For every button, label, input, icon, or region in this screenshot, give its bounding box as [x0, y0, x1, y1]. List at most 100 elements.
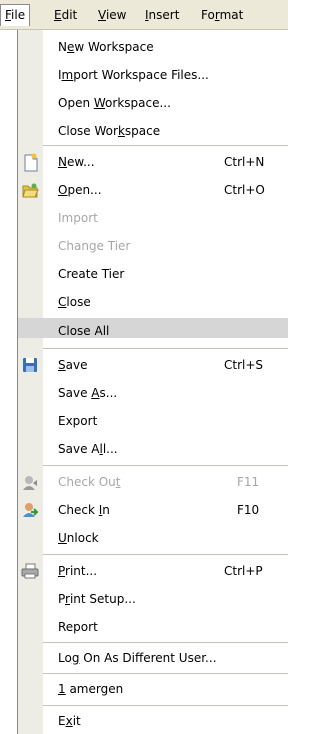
label-accel: m [61, 68, 74, 82]
label-suffix: s... [99, 386, 118, 400]
menu-item-label: Check Out [58, 472, 121, 493]
menu-separator [43, 554, 288, 555]
menu-edit-suffix: dit [61, 8, 78, 22]
label-suffix: l... [102, 442, 118, 456]
menu-item-check-out: Check Out F11 [18, 472, 288, 493]
label-suffix: it [72, 714, 81, 728]
new-document-icon [18, 152, 43, 173]
menu-item-new-workspace[interactable]: New Workspace [18, 37, 288, 58]
menu-item-new[interactable]: New... Ctrl+N [18, 152, 288, 173]
menu-item-label: Check In [58, 500, 110, 521]
menu-separator [43, 642, 288, 643]
menu-view-suffix: iew [105, 8, 127, 22]
menu-item-export[interactable]: Export [18, 411, 288, 432]
label-suffix: int Setup... [69, 592, 136, 606]
check-in-icon [18, 500, 43, 521]
menu-item-close[interactable]: Close [18, 292, 288, 313]
menu-item-label: Print Setup... [58, 589, 136, 610]
label-prefix: Save [58, 386, 92, 400]
menu-item-close-all[interactable]: Close All [18, 321, 288, 342]
menu-item-label: Unlock [58, 528, 99, 549]
label-prefix: Open [58, 96, 94, 110]
shortcut-ctrl-o: Ctrl+O [224, 183, 265, 197]
menu-separator [43, 705, 288, 706]
label-suffix: ew... [66, 155, 95, 169]
menu-item-save-all[interactable]: Save All... [18, 439, 288, 460]
shortcut-ctrl-s: Ctrl+S [224, 358, 264, 372]
label-accel: W [93, 96, 106, 110]
menu-item-label: Export [58, 414, 98, 428]
menu-file[interactable]: File [0, 4, 31, 26]
menu-item-label: Import Workspace Files... [58, 65, 209, 86]
menu-item-label: Change Tier [58, 239, 131, 253]
label-suffix: w Workspace [74, 40, 154, 54]
printer-icon [18, 561, 43, 582]
label-accel: k [117, 124, 125, 138]
menu-edit[interactable]: Edit [50, 4, 81, 26]
label-suffix: amergen [65, 682, 124, 696]
label-accel: A [91, 386, 100, 400]
menu-item-open-workspace[interactable]: Open Workspace... [18, 93, 288, 114]
menu-item-unlock[interactable]: Unlock [18, 528, 288, 549]
menu-file-suffix: ile [11, 8, 26, 22]
label-suffix: orkspace... [105, 96, 171, 110]
shortcut-ctrl-p: Ctrl+P [224, 564, 263, 578]
menu-separator [43, 348, 288, 349]
label-accel: P [58, 564, 66, 578]
menu-item-change-tier: Change Tier [18, 236, 288, 257]
menu-view-accel: V [98, 8, 106, 22]
menu-item-label: Import [58, 211, 98, 225]
menu-item-log-on-different-user[interactable]: Log On As Different User... [18, 648, 288, 669]
label-prefix: Lo [58, 651, 72, 665]
menu-item-label: Open... [58, 180, 102, 201]
label-prefix: Check [58, 503, 99, 517]
file-menu-dropdown: New Workspace Import Workspace Files... … [17, 30, 288, 734]
menu-format[interactable]: Format [197, 4, 247, 26]
menu-item-label: Save All... [58, 439, 118, 460]
menu-bar: File Edit View Insert Format [0, 0, 288, 30]
menu-item-label: Close All [58, 324, 110, 338]
label-suffix: space [124, 124, 161, 138]
menu-item-label: 1 amergen [58, 679, 123, 700]
label-accel: t [115, 475, 121, 489]
menu-item-label: Open Workspace... [58, 93, 171, 114]
menu-item-label: Create Tier [58, 267, 125, 281]
label-suffix: lose [66, 295, 91, 309]
label-suffix: ave [65, 358, 88, 372]
menu-format-suffix: mat [219, 8, 244, 22]
menu-item-save-as[interactable]: Save As... [18, 383, 288, 404]
label-accel: S [58, 358, 66, 372]
menu-item-create-tier[interactable]: Create Tier [18, 264, 288, 285]
menu-edit-accel: E [54, 8, 62, 22]
label-accel: N [58, 155, 67, 169]
menu-item-import-workspace-files[interactable]: Import Workspace Files... [18, 65, 288, 86]
open-folder-icon [18, 180, 43, 201]
menu-item-recent-file-1[interactable]: 1 amergen [18, 679, 288, 700]
menu-item-check-in[interactable]: Check In F10 [18, 500, 288, 521]
menu-item-label: Log On As Different User... [58, 648, 217, 669]
label-suffix: pen... [67, 183, 102, 197]
menu-item-label: Save [58, 355, 87, 376]
label-prefix: P [58, 592, 66, 606]
menu-item-label: Save As... [58, 383, 117, 404]
menu-item-exit[interactable]: Exit [18, 711, 288, 732]
menu-item-report[interactable]: Report [18, 617, 288, 638]
menu-item-label: Print... [58, 561, 97, 582]
shortcut-f11: F11 [237, 475, 260, 489]
menu-separator [43, 465, 288, 466]
menu-view[interactable]: View [94, 4, 130, 26]
label-prefix: Save A [58, 442, 100, 456]
label-suffix: n [102, 503, 110, 517]
menu-insert[interactable]: Insert [141, 4, 183, 26]
menu-item-label: Close [58, 292, 91, 313]
menu-item-label: Close Workspace [58, 121, 160, 142]
menu-item-save[interactable]: Save Ctrl+S [18, 355, 288, 376]
menu-item-open[interactable]: Open... Ctrl+O [18, 180, 288, 201]
menu-item-print-setup[interactable]: Print Setup... [18, 589, 288, 610]
menu-item-close-workspace[interactable]: Close Workspace [18, 121, 288, 142]
menu-item-label: Exit [58, 711, 81, 732]
menu-item-print[interactable]: Print... Ctrl+P [18, 561, 288, 582]
save-disk-icon [18, 355, 43, 376]
label-accel: x [65, 714, 73, 728]
label-suffix: port Workspace Files... [73, 68, 209, 82]
